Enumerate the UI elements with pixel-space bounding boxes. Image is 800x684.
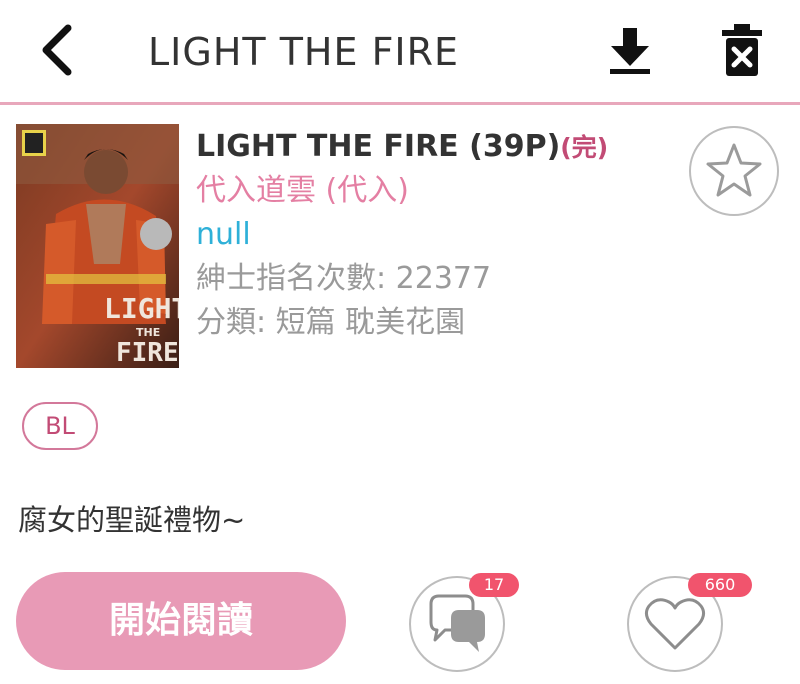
download-icon bbox=[610, 28, 650, 74]
back-arrow-icon bbox=[42, 24, 72, 76]
like-count-badge: 660 bbox=[688, 573, 752, 597]
status-badge: (完) bbox=[560, 133, 609, 162]
cover-image[interactable]: LIGHT THE FIRE bbox=[16, 124, 179, 368]
view-count: 紳士指名次數: 22377 bbox=[196, 261, 492, 296]
favorite-button[interactable] bbox=[688, 125, 780, 217]
start-reading-button[interactable]: 開始閱讀 bbox=[16, 572, 346, 670]
header-divider bbox=[0, 102, 800, 105]
comment-count-badge: 17 bbox=[469, 573, 519, 597]
download-button[interactable] bbox=[606, 24, 654, 76]
description: 腐女的聖誕禮物~ bbox=[18, 503, 246, 537]
cover-title-line-3: FIRE bbox=[116, 338, 179, 368]
star-icon bbox=[689, 126, 779, 216]
cover-title-line-1: LIGHT bbox=[104, 292, 179, 325]
book-title-line: LIGHT THE FIRE (39P)(完) bbox=[196, 126, 608, 169]
back-button[interactable] bbox=[30, 20, 86, 80]
tag-bl[interactable]: BL bbox=[22, 402, 98, 450]
book-title: LIGHT THE FIRE (39P) bbox=[196, 129, 561, 164]
author[interactable]: 代入道雲 (代入) bbox=[196, 170, 409, 212]
page-title: LIGHT THE FIRE bbox=[148, 30, 460, 74]
category: 分類: 短篇 耽美花園 bbox=[196, 305, 466, 340]
artist[interactable]: null bbox=[196, 214, 251, 256]
delete-button[interactable] bbox=[718, 22, 766, 78]
trash-icon bbox=[722, 24, 762, 76]
